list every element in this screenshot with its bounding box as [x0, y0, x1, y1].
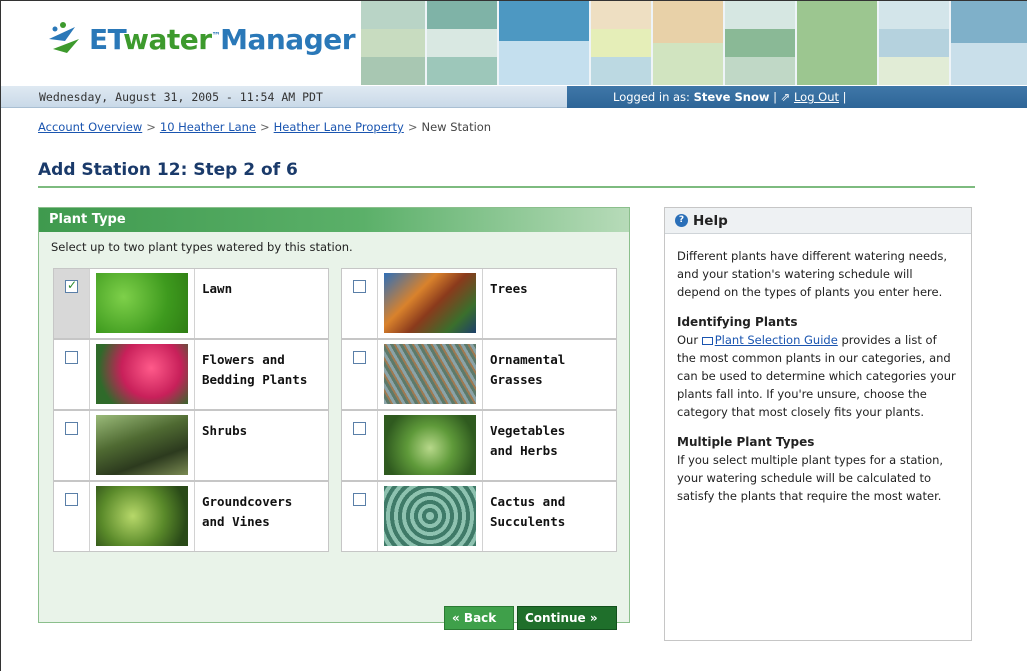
groundcovers-photo	[96, 486, 188, 546]
breadcrumb-heather-lane[interactable]: 10 Heather Lane	[160, 120, 256, 134]
flowers-photo	[96, 344, 188, 404]
cactus-photo	[384, 486, 476, 546]
vegetables-checkbox[interactable]	[353, 422, 366, 435]
plant-option-vegetables[interactable]: Vegetables and Herbs	[341, 410, 617, 481]
grasses-checkbox[interactable]	[353, 351, 366, 364]
help-multiple-text: If you select multiple plant types for a…	[677, 453, 944, 503]
trees-photo	[384, 273, 476, 333]
logout-link[interactable]: Log Out	[794, 90, 839, 104]
plant-type-panel: Plant Type Select up to two plant types …	[38, 207, 630, 630]
plant-option-grasses[interactable]: Ornamental Grasses	[341, 339, 617, 410]
decorative-photo-tiles	[351, 1, 1027, 85]
continue-button[interactable]: Continue »	[517, 606, 617, 630]
help-identifying-text: Our Plant Selection Guide provides a lis…	[677, 333, 956, 419]
plant-type-header: Plant Type	[39, 208, 629, 232]
check-mark-icon: ✓	[67, 278, 78, 292]
header-banner: ETwater™Manager	[1, 1, 1027, 85]
guide-window-icon	[701, 336, 713, 345]
lawn-checkbox[interactable]: ✓	[65, 278, 78, 293]
plant-option-groundcovers[interactable]: Groundcovers and Vines	[53, 481, 329, 552]
plant-name: Vegetables and Herbs	[490, 423, 566, 458]
help-body: Different plants have different watering…	[665, 234, 971, 530]
plant-name: Lawn	[202, 281, 233, 296]
plant-option-trees[interactable]: Trees	[341, 268, 617, 339]
help-panel: ? Help Different plants have different w…	[664, 207, 972, 641]
page-title: Add Station 12: Step 2 of 6	[38, 160, 298, 180]
plant-grid: ✓ Lawn Trees Flowers andBedding Plants	[53, 268, 617, 552]
breadcrumb-property[interactable]: Heather Lane Property	[274, 120, 404, 134]
flowers-checkbox[interactable]	[65, 351, 78, 364]
plant-option-flowers[interactable]: Flowers and Bedding Plants	[53, 339, 329, 410]
plant-option-shrubs[interactable]: Shrubs	[53, 410, 329, 481]
user-name: Steve Snow	[693, 90, 770, 104]
back-button[interactable]: « Back	[444, 606, 514, 630]
plant-name: Ornamental Grasses	[490, 352, 566, 387]
help-icon: ?	[675, 214, 688, 227]
plant-type-body: Select up to two plant types watered by …	[39, 232, 629, 630]
plant-selection-guide-link[interactable]: Plant Selection Guide	[715, 333, 838, 347]
help-intro: Different plants have different watering…	[677, 249, 947, 299]
vegetables-photo	[384, 415, 476, 475]
help-title: Help	[693, 212, 728, 229]
title-divider	[38, 186, 975, 188]
shrubs-checkbox[interactable]	[65, 422, 78, 435]
logo-text-et: ET	[89, 22, 124, 56]
breadcrumb-account-overview[interactable]: Account Overview	[38, 120, 142, 134]
plant-name: Shrubs	[202, 423, 248, 438]
plant-name: Trees	[490, 281, 528, 296]
help-header: ? Help	[665, 208, 971, 234]
logo-mark-icon	[45, 19, 83, 59]
etwater-logo[interactable]: ETwater™Manager	[45, 19, 356, 59]
plant-option-lawn[interactable]: ✓ Lawn	[53, 268, 329, 339]
logout-icon: ⇗	[780, 90, 791, 104]
grasses-photo	[384, 344, 476, 404]
status-bar: Wednesday, August 31, 2005 - 11:54 AM PD…	[1, 86, 1027, 108]
logo-text-manager: Manager	[220, 22, 356, 56]
plant-type-instruction: Select up to two plant types watered by …	[51, 240, 353, 254]
lawn-photo	[96, 273, 188, 333]
logo-text-water: water	[123, 22, 212, 56]
login-info: Logged in as: Steve Snow | ⇗ Log Out |	[613, 90, 847, 104]
cactus-checkbox[interactable]	[353, 493, 366, 506]
plant-option-cactus[interactable]: Cactus and Succulents	[341, 481, 617, 552]
plant-name: Cactus and Succulents	[490, 494, 566, 529]
plant-name: Groundcovers and Vines	[202, 494, 293, 529]
date-time: Wednesday, August 31, 2005 - 11:54 AM PD…	[39, 90, 323, 104]
shrubs-photo	[96, 415, 188, 475]
trees-checkbox[interactable]	[353, 280, 366, 293]
breadcrumb: Account Overview >10 Heather Lane > Heather…	[38, 120, 492, 134]
help-section-multiple: Multiple Plant Types	[677, 435, 815, 449]
plant-name: Flowers and Bedding Plants	[202, 352, 308, 387]
groundcovers-checkbox[interactable]	[65, 493, 78, 506]
help-section-identifying: Identifying Plants	[677, 315, 798, 329]
breadcrumb-current: New Station	[421, 120, 492, 134]
logged-in-label: Logged in as:	[613, 90, 690, 104]
